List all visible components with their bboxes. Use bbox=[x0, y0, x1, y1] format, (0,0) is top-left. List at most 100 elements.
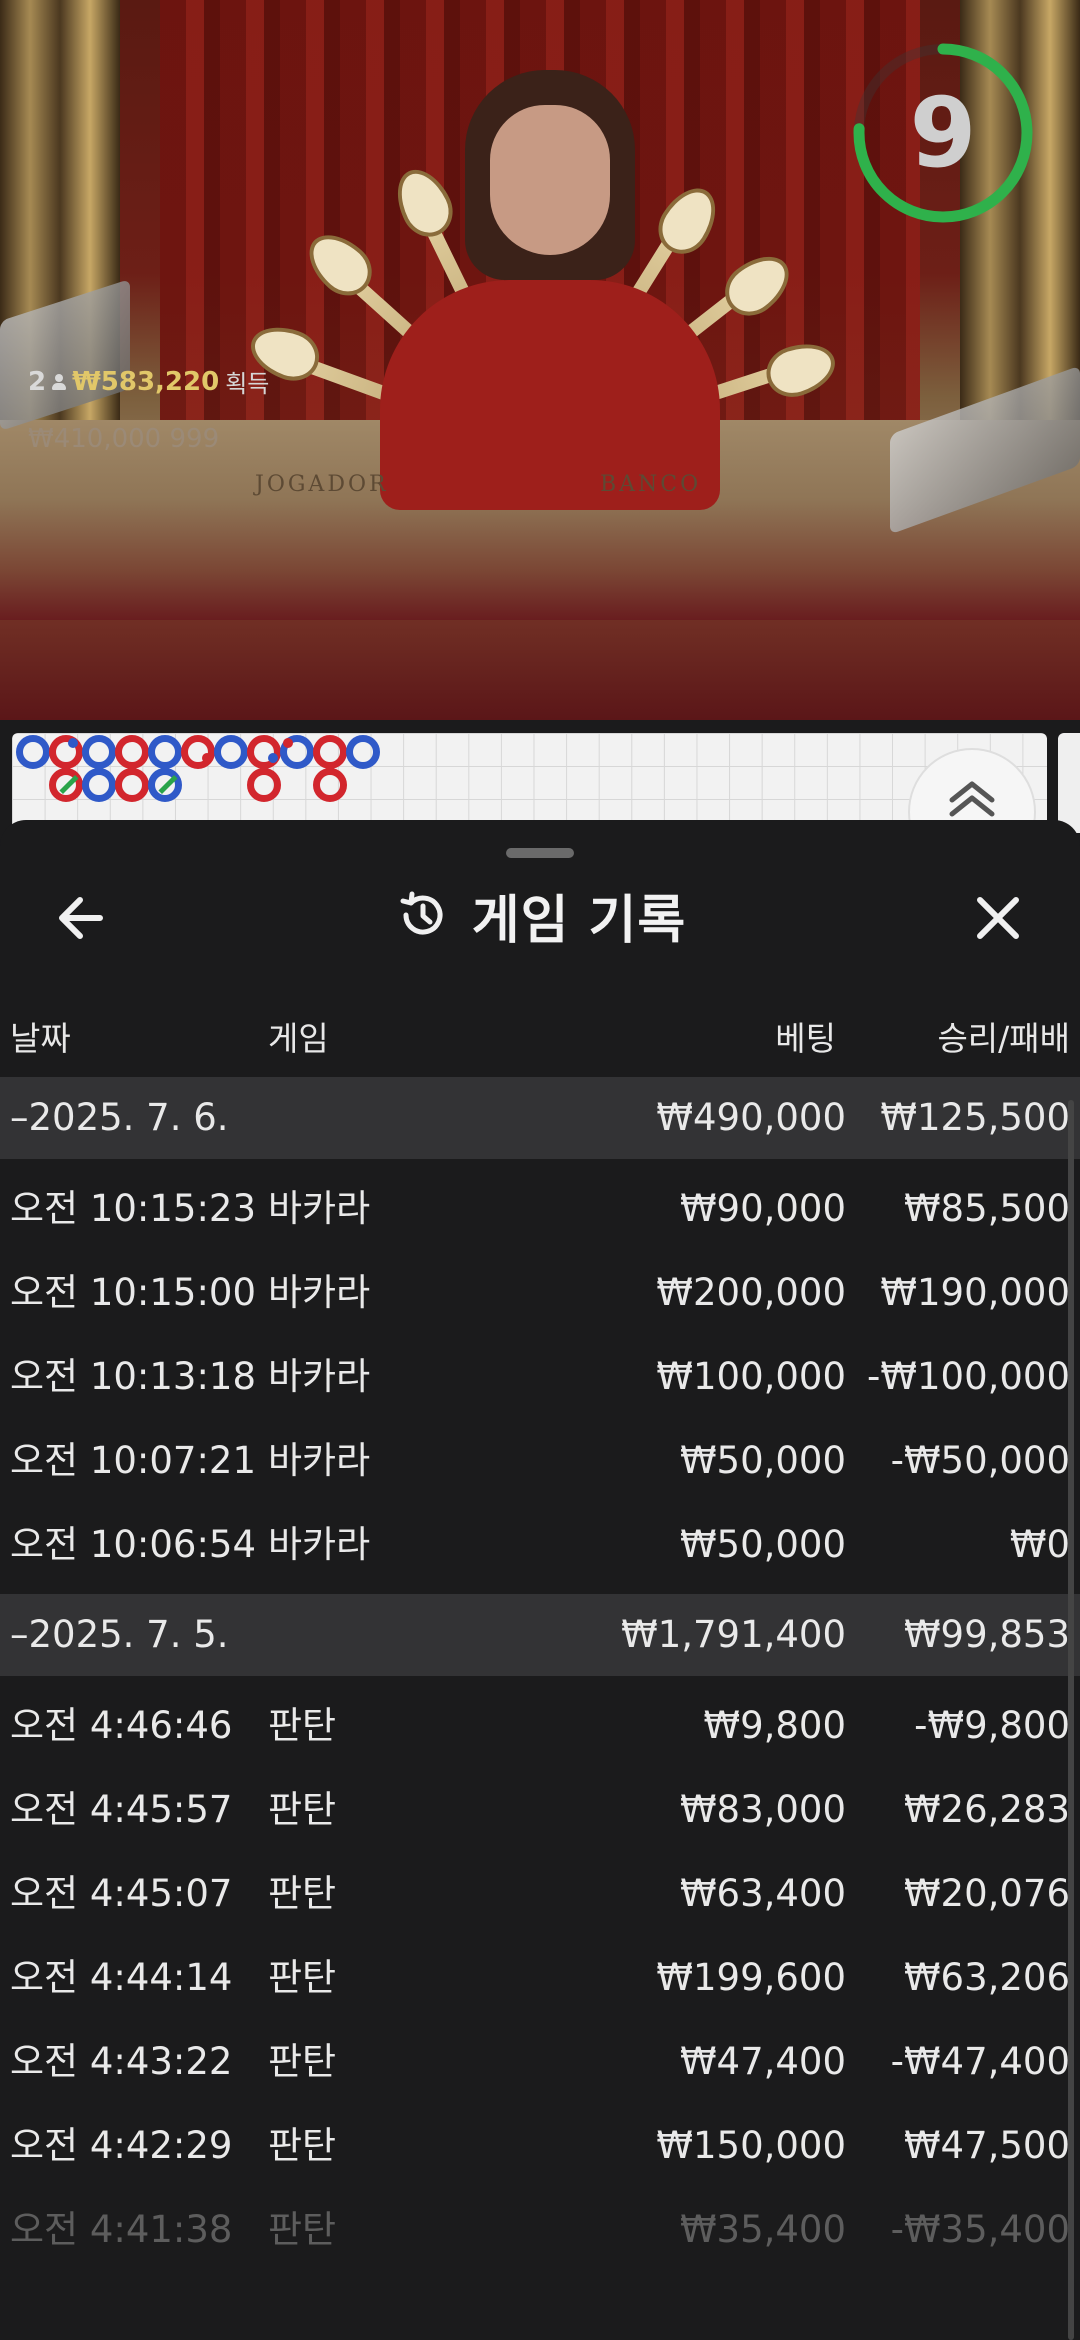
sheet-title: 게임 기록 bbox=[471, 890, 687, 951]
history-row[interactable]: 오전 4:44:14 판탄 ₩199,600 ₩63,206 bbox=[0, 1937, 1080, 2021]
table-text-player: JOGADOR bbox=[255, 472, 389, 497]
row-result: ₩26,283 bbox=[903, 1788, 1070, 1831]
row-game: 판탄 bbox=[268, 1788, 337, 1831]
road-player-marker bbox=[82, 735, 116, 769]
history-row[interactable]: 오전 4:41:38 판탄 ₩35,400 -₩35,400 bbox=[0, 2189, 1080, 2273]
row-result: ₩47,500 bbox=[903, 2124, 1070, 2167]
row-result: ₩85,500 bbox=[903, 1187, 1070, 1230]
history-row[interactable]: 오전 4:43:22 판탄 ₩47,400 -₩47,400 bbox=[0, 2021, 1080, 2105]
winner-banner: 2 ₩583,220 획득 bbox=[28, 364, 269, 399]
row-game: 판탄 bbox=[268, 2208, 337, 2251]
section-date: –2025. 7. 6. bbox=[10, 1096, 229, 1139]
row-game: 바카라 bbox=[268, 1355, 371, 1398]
row-bet: ₩100,000 bbox=[656, 1355, 846, 1398]
row-game: 바카라 bbox=[268, 1271, 371, 1314]
road-banker-marker bbox=[313, 735, 347, 769]
row-time: 오전 4:46:46 bbox=[10, 1704, 233, 1747]
history-row[interactable]: 오전 10:15:23 바카라 ₩90,000 ₩85,500 bbox=[0, 1168, 1080, 1252]
faded-winner-line: ₩410,000 999 bbox=[28, 424, 220, 454]
history-row[interactable]: 오전 10:07:21 바카라 ₩50,000 -₩50,000 bbox=[0, 1420, 1080, 1504]
winner-label: 획득 bbox=[225, 370, 270, 398]
row-result: -₩100,000 bbox=[867, 1355, 1070, 1398]
date-section-header[interactable]: –2025. 7. 5. ₩1,791,400 ₩99,853 bbox=[0, 1594, 1080, 1676]
history-row[interactable]: 오전 4:45:07 판탄 ₩63,400 ₩20,076 bbox=[0, 1853, 1080, 1937]
history-row[interactable]: 오전 4:45:57 판탄 ₩83,000 ₩26,283 bbox=[0, 1769, 1080, 1853]
column-header-result: 승리/패배 bbox=[937, 1019, 1070, 1058]
winner-count: 2 bbox=[28, 366, 47, 397]
history-row[interactable]: 오전 10:06:54 바카라 ₩50,000 ₩0 bbox=[0, 1504, 1080, 1588]
row-result: -₩50,000 bbox=[890, 1439, 1070, 1482]
sheet-drag-handle[interactable] bbox=[506, 848, 574, 858]
row-result: ₩190,000 bbox=[880, 1271, 1070, 1314]
road-banker-marker bbox=[313, 768, 347, 802]
row-game: 판탄 bbox=[268, 2040, 337, 2083]
row-time: 오전 10:15:00 bbox=[10, 1271, 257, 1314]
row-bet: ₩90,000 bbox=[679, 1187, 846, 1230]
timer-value: 9 bbox=[909, 77, 977, 189]
row-bet: ₩63,400 bbox=[679, 1872, 846, 1915]
road-banker-marker bbox=[181, 735, 215, 769]
road-player-marker bbox=[214, 735, 248, 769]
row-game: 바카라 bbox=[268, 1523, 371, 1566]
road-banker-marker bbox=[115, 768, 149, 802]
table-text-banker: BANCO bbox=[600, 472, 702, 497]
road-player-marker bbox=[280, 735, 314, 769]
row-result: ₩20,076 bbox=[903, 1872, 1070, 1915]
row-time: 오전 4:45:57 bbox=[10, 1788, 233, 1831]
bead-road-map[interactable] bbox=[12, 733, 1047, 833]
row-result: ₩0 bbox=[1009, 1523, 1070, 1566]
row-time: 오전 10:13:18 bbox=[10, 1355, 257, 1398]
sheet-scrollbar[interactable] bbox=[1068, 1100, 1074, 2340]
road-player-marker bbox=[82, 768, 116, 802]
history-row[interactable]: 오전 10:15:00 바카라 ₩200,000 ₩190,000 bbox=[0, 1252, 1080, 1336]
column-header-game: 게임 bbox=[268, 1019, 329, 1058]
row-bet: ₩200,000 bbox=[656, 1271, 846, 1314]
road-banker-marker bbox=[247, 735, 281, 769]
row-time: 오전 4:45:07 bbox=[10, 1872, 233, 1915]
row-result: -₩35,400 bbox=[890, 2208, 1070, 2251]
row-time: 오전 4:44:14 bbox=[10, 1956, 233, 1999]
countdown-timer: 9 bbox=[850, 40, 1036, 226]
row-time: 오전 4:43:22 bbox=[10, 2040, 233, 2083]
person-icon bbox=[52, 373, 67, 390]
close-button[interactable] bbox=[966, 886, 1030, 950]
section-result-total: ₩99,853 bbox=[903, 1613, 1070, 1656]
road-banker-marker bbox=[49, 735, 83, 769]
road-player-marker bbox=[148, 768, 182, 802]
date-section-header[interactable]: –2025. 7. 6. ₩490,000 ₩125,500 bbox=[0, 1077, 1080, 1159]
row-game: 판탄 bbox=[268, 2124, 337, 2167]
row-bet: ₩50,000 bbox=[679, 1523, 846, 1566]
row-time: 오전 10:07:21 bbox=[10, 1439, 257, 1482]
road-banker-marker bbox=[247, 768, 281, 802]
column-header-date: 날짜 bbox=[10, 1019, 71, 1058]
section-result-total: ₩125,500 bbox=[880, 1096, 1070, 1139]
section-bet-total: ₩1,791,400 bbox=[621, 1613, 846, 1656]
column-header-bet: 베팅 bbox=[775, 1019, 836, 1058]
row-time: 오전 10:06:54 bbox=[10, 1523, 257, 1566]
row-bet: ₩47,400 bbox=[679, 2040, 846, 2083]
row-result: -₩9,800 bbox=[914, 1704, 1070, 1747]
road-map-secondary bbox=[1058, 733, 1080, 833]
game-history-sheet: 게임 기록 날짜 게임 베팅 승리/패배 –2025. 7. 6. ₩490,0… bbox=[0, 820, 1080, 2340]
section-bet-total: ₩490,000 bbox=[656, 1096, 846, 1139]
road-player-marker bbox=[346, 735, 380, 769]
history-row[interactable]: 오전 4:42:29 판탄 ₩150,000 ₩47,500 bbox=[0, 2105, 1080, 2189]
row-bet: ₩199,600 bbox=[656, 1956, 846, 1999]
winner-amount: ₩583,220 bbox=[72, 366, 220, 397]
sheet-header: 게임 기록 bbox=[0, 880, 1080, 951]
row-bet: ₩83,000 bbox=[679, 1788, 846, 1831]
road-banker-marker bbox=[49, 768, 83, 802]
row-bet: ₩150,000 bbox=[656, 2124, 846, 2167]
road-player-marker bbox=[16, 735, 50, 769]
row-time: 오전 10:15:23 bbox=[10, 1187, 257, 1230]
row-game: 바카라 bbox=[268, 1187, 371, 1230]
history-row[interactable]: 오전 10:13:18 바카라 ₩100,000 -₩100,000 bbox=[0, 1336, 1080, 1420]
row-result: ₩63,206 bbox=[903, 1956, 1070, 1999]
close-icon bbox=[977, 897, 1019, 939]
history-row[interactable]: 오전 4:46:46 판탄 ₩9,800 -₩9,800 bbox=[0, 1685, 1080, 1769]
section-date: –2025. 7. 5. bbox=[10, 1613, 229, 1656]
dealer bbox=[360, 70, 740, 510]
row-game: 판탄 bbox=[268, 1956, 337, 1999]
row-bet: ₩9,800 bbox=[703, 1704, 846, 1747]
row-result: -₩47,400 bbox=[890, 2040, 1070, 2083]
